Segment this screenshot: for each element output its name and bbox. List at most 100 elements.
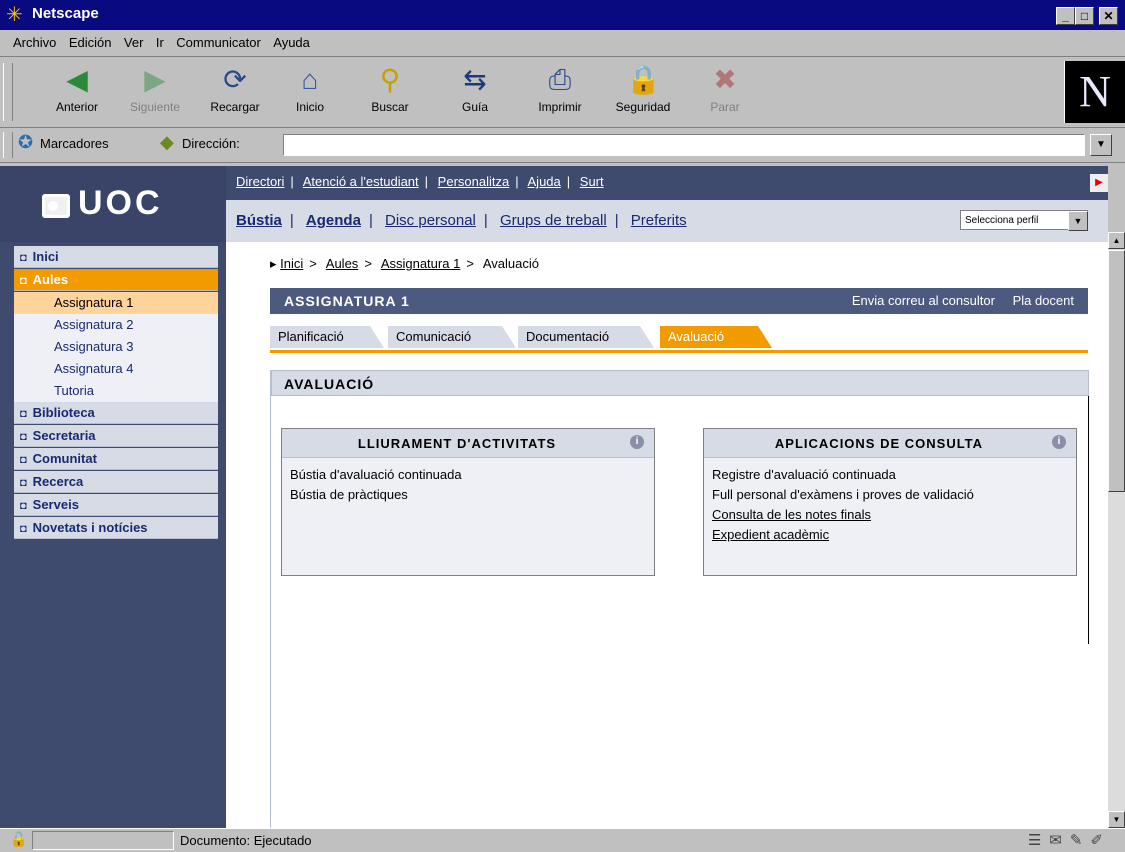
nav-recerca[interactable]: ◘ Recerca: [14, 471, 218, 493]
close-button[interactable]: ✕: [1099, 7, 1118, 25]
menu-edicion[interactable]: Edición: [69, 30, 112, 56]
scroll-up-icon[interactable]: ▲: [1108, 232, 1125, 249]
profile-dropdown-button[interactable]: ▼: [1068, 211, 1088, 231]
nav-novetats-noticies[interactable]: ◘ Novetats i notícies: [14, 517, 218, 539]
link-agenda[interactable]: Agenda: [306, 212, 361, 229]
info-icon[interactable]: i: [1052, 435, 1066, 449]
scroll-down-icon[interactable]: ▼: [1108, 811, 1125, 828]
nav-assignatura-2[interactable]: Assignatura 2: [14, 314, 218, 336]
mail-icon[interactable]: ✉: [1049, 832, 1070, 849]
nav-bullet-icon: ◘: [20, 454, 27, 466]
stop-icon: ✖: [713, 64, 737, 95]
box-items: Registre d'avaluació continuada Full per…: [712, 465, 974, 545]
security-lock-icon[interactable]: 🔓: [10, 831, 27, 848]
menu-communicator[interactable]: Communicator: [176, 30, 261, 56]
composer-icon[interactable]: ✐: [1090, 832, 1111, 849]
uoc-logo-icon: [42, 194, 70, 218]
navigator-icon[interactable]: ☰: [1028, 832, 1049, 849]
toolbar-grip[interactable]: [3, 63, 13, 121]
course-links: Envia correu al consultor Pla docent: [852, 293, 1074, 308]
link-preferits[interactable]: Preferits: [631, 212, 687, 229]
link-atencio-estudiant[interactable]: Atenció a l'estudiant: [303, 174, 419, 189]
nav-assignatura-3[interactable]: Assignatura 3: [14, 336, 218, 358]
consultation-apps-box: APLICACIONS DE CONSULTA i Registre d'ava…: [703, 428, 1077, 576]
reload-button[interactable]: ⟳ Recargar: [200, 63, 270, 114]
nav-aules[interactable]: ◘ Aules: [14, 269, 218, 291]
breadcrumb-aules[interactable]: Aules: [326, 256, 359, 271]
guide-button[interactable]: ⇆ Guía: [440, 63, 510, 114]
menu-ayuda[interactable]: Ayuda: [273, 30, 310, 56]
link-bustia-practiques[interactable]: Bústia de pràctiques: [290, 485, 462, 505]
title-bar: ✳ Netscape _ □ ✕: [0, 0, 1125, 30]
link-registre-avaluacio[interactable]: Registre d'avaluació continuada: [712, 465, 974, 485]
scroll-thumb[interactable]: [1108, 250, 1125, 492]
uoc-logo[interactable]: UOC: [0, 166, 226, 242]
tab-comunicacio[interactable]: Comunicació: [388, 326, 516, 348]
component-bar: ☰✉✎✐: [1028, 831, 1111, 849]
link-surt[interactable]: Surt: [580, 174, 604, 189]
nav-assignatura-1[interactable]: Assignatura 1: [14, 292, 218, 314]
nav-tutoria[interactable]: Tutoria: [14, 380, 218, 402]
maximize-button[interactable]: □: [1075, 7, 1094, 25]
discussion-icon[interactable]: ✎: [1070, 832, 1091, 849]
tab-documentacio[interactable]: Documentació: [518, 326, 654, 348]
minimize-button[interactable]: _: [1056, 7, 1075, 25]
link-disc-personal[interactable]: Disc personal: [385, 212, 476, 229]
home-label: Inicio: [295, 100, 324, 114]
link-bustia-avaluacio[interactable]: Bústia d'avaluació continuada: [290, 465, 462, 485]
address-dropdown-button[interactable]: ▼: [1090, 134, 1112, 156]
stop-button[interactable]: ✖ Parar: [690, 63, 760, 114]
search-button[interactable]: ⚲ Buscar: [355, 63, 425, 114]
breadcrumb-assignatura[interactable]: Assignatura 1: [381, 256, 461, 271]
back-button[interactable]: ◀ Anterior: [42, 63, 112, 114]
nav-biblioteca[interactable]: ◘ Biblioteca: [14, 402, 218, 424]
breadcrumb-inici[interactable]: Inici: [280, 256, 303, 271]
info-icon[interactable]: i: [630, 435, 644, 449]
netscape-logo[interactable]: N: [1064, 61, 1125, 123]
menu-archivo[interactable]: Archivo: [13, 30, 56, 56]
nav-inici[interactable]: ◘ Inici: [14, 246, 218, 268]
search-icon: ⚲: [379, 64, 401, 95]
print-button[interactable]: ⎙ Imprimir: [525, 63, 595, 114]
window-title: Netscape: [32, 5, 99, 22]
vertical-scrollbar[interactable]: ▲ ▼: [1108, 232, 1125, 828]
link-consulta-notes[interactable]: Consulta de les notes finals: [712, 505, 974, 525]
top-links: Directori | Atenció a l'estudiant | Person…: [236, 174, 604, 189]
link-envia-correu[interactable]: Envia correu al consultor: [852, 293, 995, 308]
progress-field: [32, 831, 174, 850]
nav-secretaria[interactable]: ◘ Secretaria: [14, 425, 218, 447]
link-directori[interactable]: Directori: [236, 174, 284, 189]
expand-arrow-icon[interactable]: ▶: [1090, 174, 1108, 192]
security-label: Seguridad: [615, 100, 671, 114]
menu-ir[interactable]: Ir: [156, 30, 164, 56]
link-personalitza[interactable]: Personalitza: [438, 174, 510, 189]
link-full-personal[interactable]: Full personal d'exàmens i proves de vali…: [712, 485, 974, 505]
nav-assignatura-4[interactable]: Assignatura 4: [14, 358, 218, 380]
nav-comunitat[interactable]: ◘ Comunitat: [14, 448, 218, 470]
tab-planificacio[interactable]: Planificació: [270, 326, 384, 348]
menu-ver[interactable]: Ver: [124, 30, 144, 56]
link-grups-treball[interactable]: Grups de treball: [500, 212, 607, 229]
guide-label: Guía: [461, 100, 488, 114]
reload-label: Recargar: [210, 100, 260, 114]
back-icon: ◀: [66, 64, 88, 95]
box-title: LLIURAMENT D'ACTIVITATS: [357, 436, 557, 451]
activity-delivery-box: LLIURAMENT D'ACTIVITATS i Bústia d'avalu…: [281, 428, 655, 576]
location-bar-grip[interactable]: [3, 132, 13, 158]
bookmarks-button[interactable]: Marcadores: [40, 136, 109, 151]
link-ajuda[interactable]: Ajuda: [528, 174, 561, 189]
link-pla-docent[interactable]: Pla docent: [1013, 293, 1074, 308]
nav-serveis[interactable]: ◘ Serveis: [14, 494, 218, 516]
link-bustia[interactable]: Bústia: [236, 212, 282, 229]
forward-button[interactable]: ▶ Siguiente: [120, 63, 190, 114]
nav-bullet-icon: ◘: [20, 500, 27, 512]
link-expedient[interactable]: Expedient acadèmic: [712, 525, 974, 545]
security-button[interactable]: 🔒 Seguridad: [608, 63, 678, 114]
address-input[interactable]: [283, 134, 1085, 156]
home-button[interactable]: ⌂ Inicio: [275, 63, 345, 114]
uoc-logo-text: UOC: [78, 184, 163, 222]
reload-icon: ⟳: [223, 64, 247, 95]
tab-avaluacio[interactable]: Avaluació: [660, 326, 772, 348]
status-bar: 🔓 Documento: Ejecutado ☰✉✎✐: [0, 828, 1125, 852]
evaluation-panel: AVALUACIÓ LLIURAMENT D'ACTIVITATS i Búst…: [270, 370, 1089, 828]
